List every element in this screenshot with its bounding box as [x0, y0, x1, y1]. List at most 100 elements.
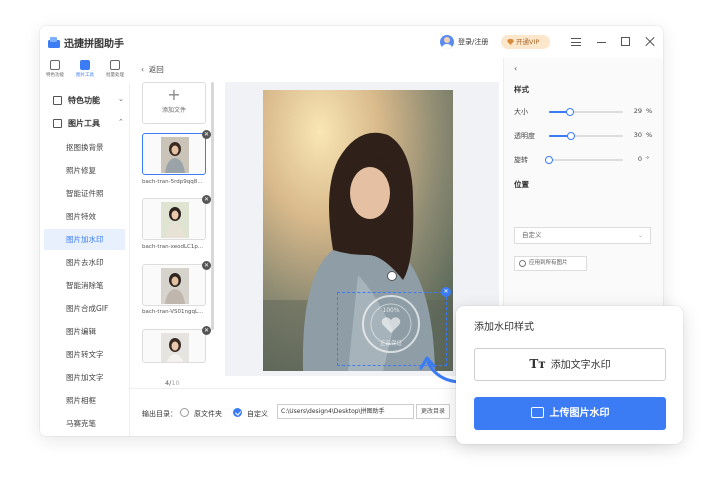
menu-icon[interactable] [571, 38, 581, 46]
position-title: 位置 [514, 180, 529, 189]
sidebar-item-effects[interactable]: 图片特效 [44, 206, 125, 227]
style-title: 样式 [514, 85, 529, 94]
watermark-bottom-text: 正品保证 [380, 339, 403, 347]
sidebar-group-image-tools[interactable]: 图片工具 ⌃ [40, 112, 130, 134]
file-thumbnail[interactable] [142, 329, 206, 363]
sidebar-item-photo-repair[interactable]: 照片修复 [44, 160, 125, 181]
thumbnail-photo [161, 137, 189, 173]
tab-label: 批量处理 [106, 73, 124, 78]
add-text-watermark-button[interactable]: Tт 添加文字水印 [474, 348, 666, 381]
apply-all-label: 应用到所有图片 [529, 260, 568, 266]
app-title: 迅捷拼图助手 [64, 39, 124, 50]
add-file-button[interactable]: + 添加文件 [142, 82, 206, 124]
chevron-down-icon: ⌄ [637, 232, 643, 239]
vip-button[interactable]: 开通VIP [501, 35, 550, 49]
sidebar-item-mosaic[interactable]: 马赛克笔 [44, 413, 125, 434]
grid-icon [50, 60, 60, 70]
grid-icon [53, 96, 62, 105]
sidebar-group-features[interactable]: 特色功能 ⌄ [40, 89, 130, 111]
position-select-value: 自定义 [522, 231, 542, 239]
title-bar: 迅捷拼图助手 登录/注册 开通VIP [40, 26, 663, 58]
radio-source-label: 原文件夹 [194, 410, 222, 418]
close-icon[interactable] [644, 35, 656, 47]
size-slider[interactable] [549, 108, 623, 116]
sidebar-item-remove-watermark[interactable]: 图片去水印 [44, 252, 125, 273]
upload-image-watermark-label: 上传图片水印 [549, 408, 610, 419]
size-label: 大小 [514, 108, 528, 116]
position-select[interactable]: 自定义 ⌄ [514, 227, 651, 244]
sidebar-item-id-photo[interactable]: 智能证件照 [44, 183, 125, 204]
file-name: bach-tran-VS01ngqL... [142, 309, 204, 315]
change-directory-button[interactable]: 更改目录 [416, 404, 450, 419]
diamond-icon [507, 39, 514, 45]
minimize-icon[interactable] [597, 42, 606, 43]
opacity-label: 透明度 [514, 132, 535, 140]
file-thumbnail[interactable] [142, 198, 206, 240]
chevron-down-icon: ⌄ [118, 95, 124, 103]
opacity-slider[interactable] [549, 132, 623, 140]
sidebar-item-edit[interactable]: 图片编辑 [44, 321, 125, 342]
sidebar-item-add-watermark[interactable]: 图片加水印 [44, 229, 125, 250]
size-slider-knob[interactable] [566, 108, 575, 116]
tab-image-tools[interactable]: 图片工具 [70, 58, 100, 82]
thumbnail-photo [161, 268, 189, 304]
login-link[interactable]: 登录/注册 [458, 37, 488, 47]
thumbnail-photo [161, 202, 189, 238]
delete-watermark-icon[interactable]: ✕ [441, 287, 451, 297]
user-avatar-icon[interactable] [440, 35, 454, 49]
vip-button-label: 开通VIP [516, 38, 540, 46]
image-tools-icon [53, 119, 62, 128]
opacity-value: 30 [633, 131, 642, 139]
apply-all-button[interactable]: 应用到所有图片 [514, 256, 587, 271]
file-thumbnail[interactable] [142, 264, 206, 306]
remove-file-icon[interactable]: ✕ [202, 195, 211, 204]
remove-file-icon[interactable]: ✕ [202, 326, 211, 335]
sidebar-item-gif[interactable]: 图片合成GIF [44, 298, 125, 319]
rotate-unit: ° [646, 155, 650, 163]
chevron-left-icon[interactable]: ‹ [514, 64, 517, 73]
radio-source-folder[interactable] [180, 408, 189, 417]
radio-custom[interactable] [233, 408, 242, 417]
rotate-value: 0 [637, 155, 642, 163]
file-thumbnail[interactable] [142, 133, 206, 175]
stage: 迅捷拼图助手 登录/注册 开通VIP 特色功能 图片工具 批量处理 特色功能 ⌄… [0, 0, 706, 500]
watermark-seal: 100% 正品保证 [362, 295, 420, 353]
sidebar: 特色功能 ⌄ 图片工具 ⌃ 抠图换背景 照片修复 智能证件照 图片特效 图片加水… [40, 84, 130, 436]
sidebar-item-eraser[interactable]: 智能消除笔 [44, 275, 125, 296]
batch-icon [110, 60, 120, 70]
sidebar-item-ocr[interactable]: 图片转文字 [44, 344, 125, 365]
remove-file-icon[interactable]: ✕ [202, 130, 211, 139]
opacity-slider-knob[interactable] [567, 132, 576, 140]
sidebar-group-label: 特色功能 [68, 96, 100, 105]
image-icon [530, 406, 544, 418]
tab-batch[interactable]: 批量处理 [100, 58, 130, 82]
plus-icon: + [167, 85, 181, 104]
file-name: bach-tran-xeodLC1p... [142, 244, 204, 250]
category-tabs: 特色功能 图片工具 批量处理 [40, 58, 130, 82]
sidebar-item-cutout[interactable]: 抠图换背景 [44, 137, 125, 158]
rotate-handle-icon[interactable] [387, 271, 397, 281]
app-logo-icon [48, 37, 60, 48]
back-link[interactable]: ‹ 返回 [141, 64, 164, 75]
output-path-field[interactable]: C:\Users\design4\Desktop\拼图助手 [277, 404, 414, 419]
upload-image-watermark-button[interactable]: 上传图片水印 [474, 397, 666, 430]
thumbnail-photo [161, 333, 189, 362]
sidebar-item-add-text[interactable]: 图片加文字 [44, 367, 125, 388]
maximize-icon[interactable] [621, 37, 630, 46]
text-type-icon: Tт [529, 357, 546, 371]
page-count: 4/10 [165, 379, 180, 387]
rotate-slider[interactable] [545, 156, 623, 164]
rotate-slider-knob[interactable] [545, 156, 553, 164]
popup-title: 添加水印样式 [474, 322, 534, 333]
watermark-style-popup: 添加水印样式 Tт 添加文字水印 上传图片水印 [456, 306, 683, 444]
output-bar: 输出目录： 原文件夹 自定义 C:\Users\design4\Desktop\… [130, 388, 503, 436]
file-list-scrollbar[interactable] [211, 82, 214, 330]
chevron-left-icon: ‹ [141, 65, 144, 74]
remove-file-icon[interactable]: ✕ [202, 261, 211, 270]
sidebar-item-frame[interactable]: 照片相框 [44, 390, 125, 411]
tab-label: 图片工具 [76, 73, 94, 78]
apply-icon [519, 260, 526, 267]
tab-features[interactable]: 特色功能 [40, 58, 70, 82]
add-text-watermark-label: 添加文字水印 [550, 360, 611, 371]
rotate-label: 旋转 [514, 156, 528, 164]
